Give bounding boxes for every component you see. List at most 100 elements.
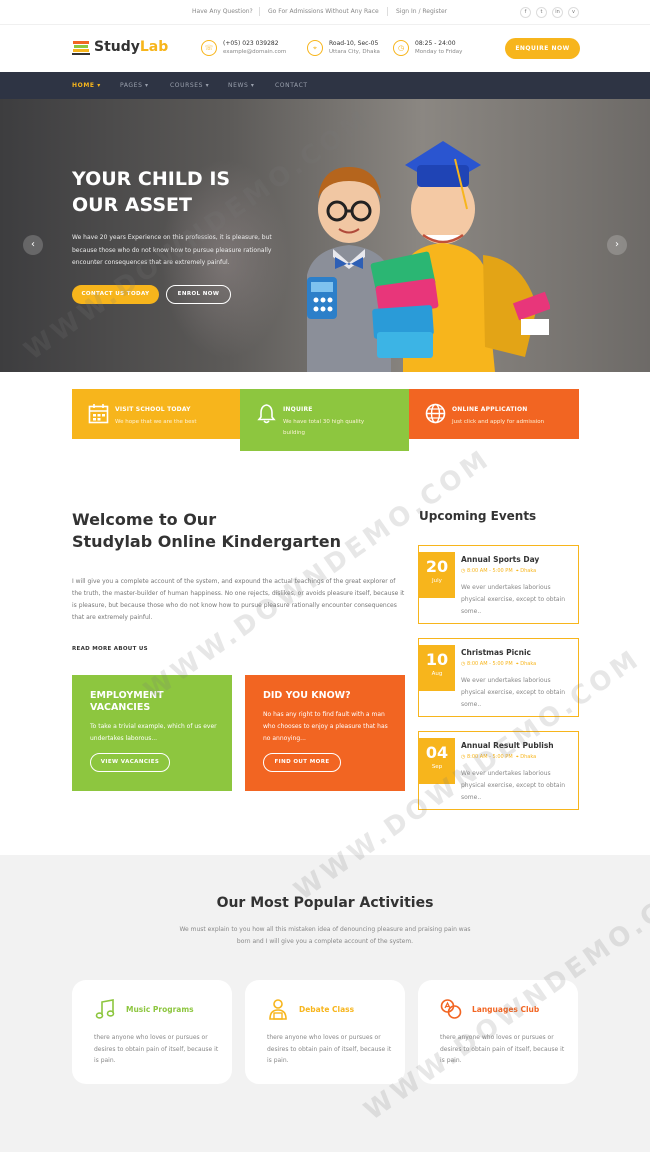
feature-visit-school[interactable]: VISIT SCHOOL TODAY We hope that we are t… [72,389,240,439]
hero-children-image [307,141,550,372]
card-title: EMPLOYMENT VACANCIES [90,690,164,714]
linkedin-icon[interactable]: in [552,7,563,18]
contact-us-button[interactable]: CONTACT US TODAY [72,285,159,304]
feature-inquire[interactable]: INQUIRE We have total 30 high quality bu… [240,389,409,451]
hero-title-line1: YOUR CHILD IS [72,168,231,190]
find-out-more-button[interactable]: FIND OUT MORE [263,753,341,772]
hero-slider: YOUR CHILD IS OUR ASSET We have 20 years … [0,99,650,372]
welcome-title-line1: Welcome to Our [72,510,217,529]
event-text: We ever undertakes laborious physical ex… [461,677,566,708]
event-time: 8:00 AM - 5:00 PM [466,754,513,760]
activity-text: there anyone who loves or pursues or des… [440,1034,565,1064]
activity-card-debate[interactable]: Debate Class there anyone who loves or p… [245,980,405,1084]
divider [259,7,260,16]
enrol-now-button[interactable]: ENROL NOW [166,285,231,304]
card-text: To take a trivial example, which of us e… [90,723,217,742]
nav-contact[interactable]: CONTACT [275,82,308,89]
phone-number: (+05) 023 039282 [223,40,279,47]
bell-icon [257,404,276,424]
logo-study: Study [94,39,140,55]
admissions-link[interactable]: Go For Admissions Without Any Race [268,8,379,15]
enquire-button[interactable]: ENQUIRE NOW [505,38,580,59]
activity-text: there anyone who loves or pursues or des… [94,1034,219,1064]
event-date: 10 Aug [419,645,455,691]
slider-prev-icon[interactable]: ‹ [23,235,43,255]
event-time: 8:00 AM - 5:00 PM [466,568,513,574]
debate-icon [269,999,287,1020]
nav-pages[interactable]: PAGES ▾ [120,82,149,89]
event-month: Aug [431,671,443,677]
activity-card-languages[interactable]: Languages Club there anyone who loves or… [418,980,578,1084]
welcome-text: I will give you a complete account of th… [72,578,405,621]
hero-title: YOUR CHILD IS OUR ASSET [72,166,272,218]
books-logo-icon [72,41,90,55]
events-heading: Upcoming Events [419,509,537,523]
nav-news[interactable]: NEWS ▾ [228,82,255,89]
event-day: 20 [425,557,449,576]
top-bar: Have Any Question? Go For Admissions Wit… [0,0,650,25]
event-title[interactable]: Annual Sports Day [461,555,539,564]
did-you-know-card: DID YOU KNOW? No has any right to find f… [245,675,405,791]
event-item[interactable]: 10 Aug Christmas Picnic ◷ 8:00 AM - 5:00 … [418,638,579,717]
site-header: StudyLab ☏ (+05) 023 039282 example@doma… [0,25,650,72]
feature-text: We have total 30 high quality building [283,419,365,436]
activity-title[interactable]: Music Programs [126,1005,194,1014]
event-title[interactable]: Christmas Picnic [461,648,531,657]
event-meta: ◷ 8:00 AM - 5:00 PM ⌖ Dhaka [461,568,537,574]
activities-heading: Our Most Popular Activities [216,895,434,911]
event-month: Sep [431,764,443,770]
phone-icon: ☏ [201,40,217,56]
event-item[interactable]: 04 Sep Annual Result Publish ◷ 8:00 AM - … [418,731,579,810]
hero-text: We have 20 years Experience on this prof… [72,234,272,266]
address-line2: Uttara City, Dhaka [329,49,380,55]
site-logo[interactable]: StudyLab [94,39,168,55]
event-title[interactable]: Annual Result Publish [461,741,554,750]
activity-title[interactable]: Languages Club [472,1005,539,1014]
nav-home[interactable]: HOME ▾ [72,82,101,89]
nav-pages-label: PAGES [120,82,143,89]
activity-card-music[interactable]: Music Programs there anyone who loves or… [72,980,232,1084]
nav-news-label: NEWS [228,82,249,89]
nav-home-label: HOME [72,82,95,89]
signin-link[interactable]: Sign In / Register [396,8,447,15]
logo-lab: Lab [139,39,169,55]
languages-icon [440,999,462,1019]
event-date: 04 Sep [419,738,455,784]
card-title-line2: VACANCIES [90,702,151,713]
globe-icon [425,403,446,424]
activities-text: We must explain to you how all this mist… [179,926,471,945]
feature-title: ONLINE APPLICATION [452,406,528,413]
card-text: No has any right to find fault with a ma… [263,711,388,742]
calendar-icon [88,404,109,424]
event-item[interactable]: 20 July Annual Sports Day ◷ 8:00 AM - 5:0… [418,545,579,624]
feature-text: We hope that we are the best [115,419,197,425]
event-meta: ◷ 8:00 AM - 5:00 PM ⌖ Dhaka [461,661,537,667]
event-day: 04 [425,743,449,762]
event-place: Dhaka [520,754,537,760]
event-text: We ever undertakes laborious physical ex… [461,584,566,615]
hours-line2: Monday to Friday [415,49,463,55]
card-title: DID YOU KNOW? [263,690,351,701]
nav-courses[interactable]: COURSES ▾ [170,82,209,89]
card-title-line1: EMPLOYMENT [90,690,164,701]
twitter-icon[interactable]: t [536,7,547,18]
welcome-title: Welcome to Our Studylab Online Kindergart… [72,509,341,553]
event-meta: ◷ 8:00 AM - 5:00 PM ⌖ Dhaka [461,754,537,760]
address-line1: Road-10, Sec-05 [329,40,379,47]
feature-online-application[interactable]: ONLINE APPLICATION Just click and apply … [409,389,579,439]
email-address[interactable]: example@domain.com [223,49,286,55]
slider-next-icon[interactable]: › [607,235,627,255]
divider [387,7,388,16]
event-place: Dhaka [520,661,537,667]
vimeo-icon[interactable]: v [568,7,579,18]
view-vacancies-button[interactable]: VIEW VACANCIES [90,753,170,772]
music-icon [95,999,115,1019]
main-nav: HOME ▾ PAGES ▾ COURSES ▾ NEWS ▾ CONTACT [0,72,650,99]
welcome-title-line2: Studylab Online Kindergarten [72,532,342,551]
event-day: 10 [425,650,449,669]
activity-title[interactable]: Debate Class [299,1005,354,1014]
activity-text: there anyone who loves or pursues or des… [267,1034,392,1064]
facebook-icon[interactable]: f [520,7,531,18]
question-link[interactable]: Have Any Question? [192,8,253,15]
read-more-link[interactable]: READ MORE ABOUT US [72,646,148,652]
